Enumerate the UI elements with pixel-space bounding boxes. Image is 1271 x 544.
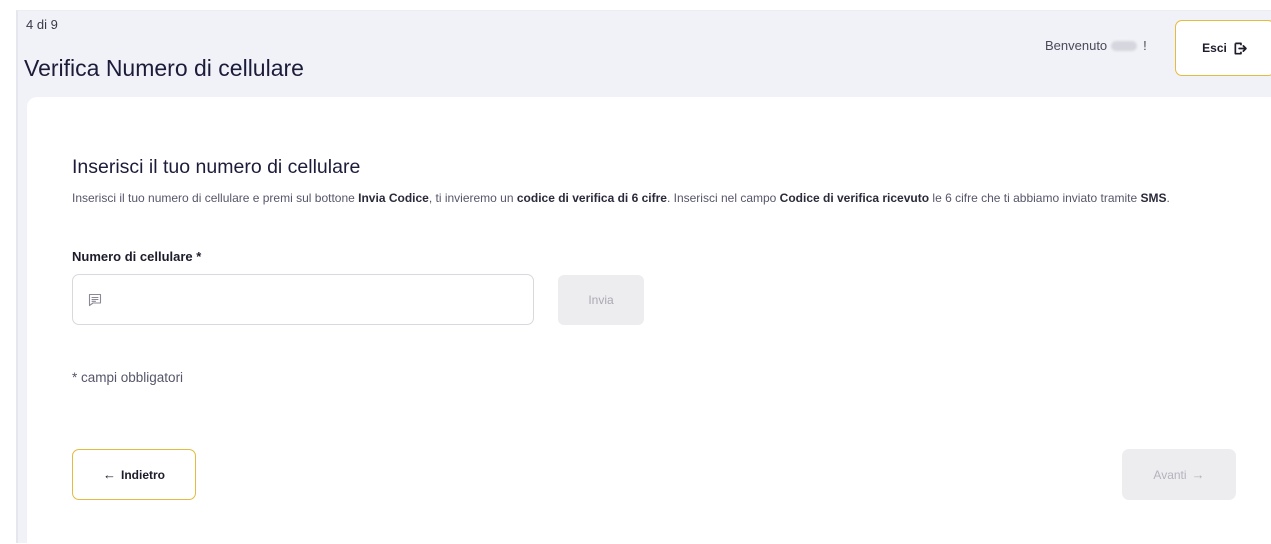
message-icon [88,293,102,306]
form-card: Inserisci il tuo numero di cellulare Ins… [27,97,1271,544]
form-heading: Inserisci il tuo numero di cellulare [72,156,361,178]
phone-input[interactable] [113,275,533,324]
back-arrow-icon: ← [103,467,116,482]
send-code-button[interactable]: Invia [558,275,644,325]
description-text: , ti invieremo un [428,191,517,205]
user-name-redacted [1111,40,1138,51]
next-button[interactable]: Avanti → [1122,449,1236,500]
logout-button[interactable]: Esci [1175,20,1271,76]
description-bold: codice di verifica di 6 cifre [516,191,667,205]
description-bold: Invia Codice [358,191,429,205]
description-text: . [1166,191,1170,205]
description-text: . Inserisci nel campo [666,191,780,205]
page-title: Verifica Numero di cellulare [24,55,304,81]
welcome-message: Benvenuto ! [1045,38,1147,53]
description-text: le 6 cifre che ti abbiamo inviato tramit… [929,191,1141,205]
next-arrow-icon: → [1191,467,1205,482]
back-label: Indietro [121,467,165,482]
next-label: Avanti [1153,467,1187,482]
page-header-area: 4 di 9 Verifica Numero di cellulare Benv… [16,10,1271,544]
description-bold: Codice di verifica ricevuto [779,191,930,205]
back-button[interactable]: ← Indietro [72,449,196,500]
welcome-prefix: Benvenuto [1045,38,1108,53]
phone-field[interactable] [72,274,534,325]
required-fields-note: * campi obbligatori [72,370,184,385]
welcome-suffix: ! [1143,38,1147,53]
phone-field-label: Numero di cellulare * [72,249,202,264]
description-text: Inserisci il tuo numero di cellulare e p… [72,191,359,205]
logout-icon [1234,42,1247,54]
step-indicator: 4 di 9 [26,17,58,32]
logout-label: Esci [1202,41,1227,55]
description-bold: SMS [1140,191,1167,205]
form-description: Inserisci il tuo numero di cellulare e p… [72,189,1252,207]
